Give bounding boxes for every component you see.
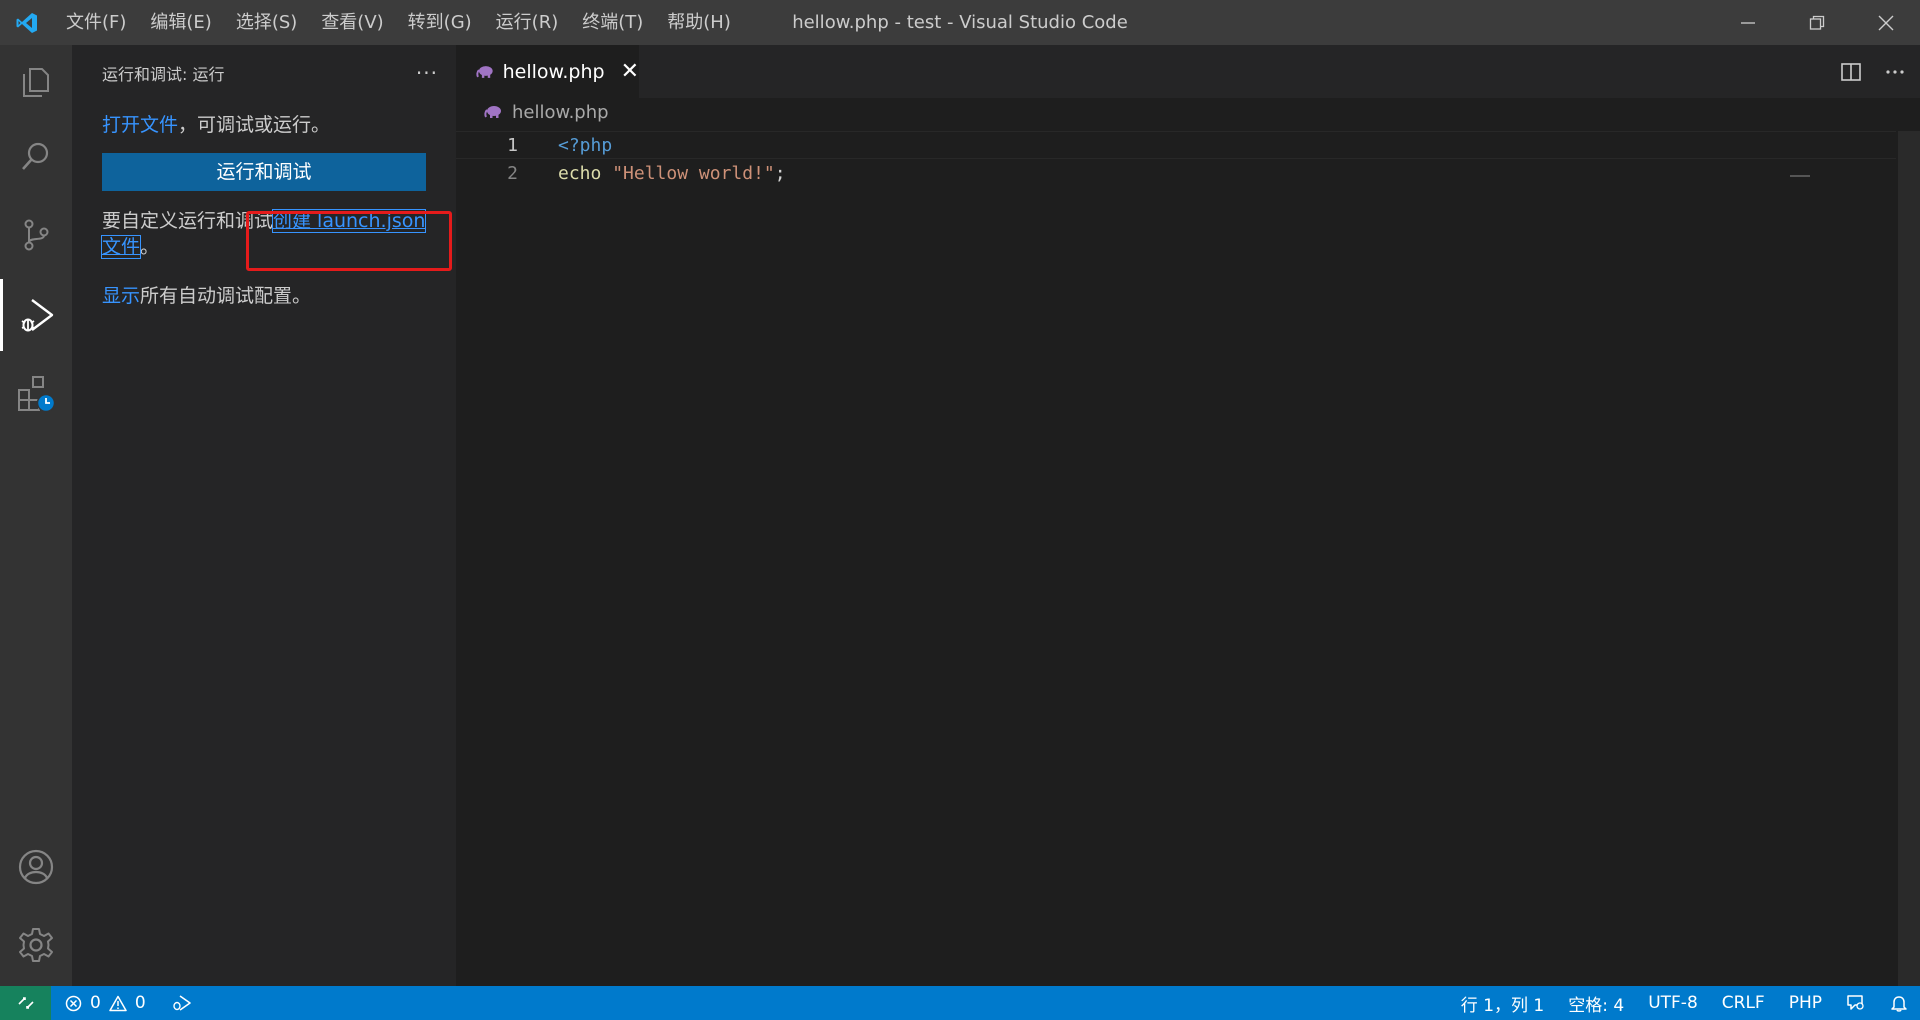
restore-button[interactable] (1782, 0, 1851, 45)
source-control-button[interactable] (0, 199, 72, 271)
cursor-position[interactable]: 行 1，列 1 (1449, 991, 1556, 1016)
editor-tabs: hellow.php ✕ (456, 45, 1920, 98)
code-token: echo (558, 162, 602, 184)
tab-label: hellow.php (502, 60, 605, 83)
debug-status[interactable] (160, 994, 204, 1012)
breadcrumb-file[interactable]: hellow.php (512, 102, 609, 123)
menu-terminal[interactable]: 终端(T) (570, 0, 655, 45)
editor-area: hellow.php ✕ hellow.php 1 <?php 2 echo "… (456, 45, 1920, 986)
notifications-button[interactable] (1878, 994, 1920, 1012)
menu-help[interactable]: 帮助(H) (655, 0, 743, 45)
show-configs-text: 所有自动调试配置。 (140, 285, 312, 307)
status-bar-right: 行 1，列 1 空格: 4 UTF-8 CRLF PHP (1449, 986, 1920, 1020)
run-and-debug-button[interactable]: 运行和调试 (102, 153, 426, 191)
title-bar: 文件(F) 编辑(E) 选择(S) 查看(V) 转到(G) 运行(R) 终端(T… (0, 0, 1920, 45)
remote-indicator[interactable] (0, 986, 51, 1020)
php-elephant-icon (484, 106, 501, 118)
warning-count: 0 (134, 993, 146, 1013)
explorer-button[interactable] (0, 45, 72, 117)
menu-bar: 文件(F) 编辑(E) 选择(S) 查看(V) 转到(G) 运行(R) 终端(T… (54, 0, 743, 45)
vscode-logo-icon (0, 0, 54, 45)
restore-icon (1809, 15, 1824, 30)
end-of-line[interactable]: CRLF (1710, 993, 1777, 1013)
source-control-icon (24, 219, 49, 251)
error-count: 0 (90, 993, 101, 1013)
extensions-button[interactable] (0, 357, 72, 429)
code-editor[interactable]: 1 <?php 2 echo "Hellow world!"; (456, 131, 1896, 187)
code-line: 1 <?php (456, 131, 1896, 159)
close-icon (1878, 15, 1893, 30)
line-number: 1 (507, 134, 518, 156)
problems-indicator[interactable]: 0 0 (65, 993, 146, 1013)
editor-actions (1840, 45, 1906, 98)
settings-gear-icon (19, 928, 53, 962)
breadcrumb: hellow.php (456, 98, 1920, 126)
minimize-icon (1740, 21, 1755, 24)
open-file-message: 打开文件，可调试或运行。 (102, 112, 456, 138)
feedback-button[interactable] (1834, 994, 1878, 1012)
menu-run[interactable]: 运行(R) (484, 0, 571, 45)
code-token: <?php (558, 134, 613, 156)
manage-button[interactable] (0, 909, 72, 981)
encoding[interactable]: UTF-8 (1636, 993, 1710, 1013)
status-bar: 0 0 行 1，列 1 空格: 4 UTF-8 CRLF PHP (0, 986, 1920, 1020)
sidebar-header: 运行和调试: 运行 ··· (72, 45, 456, 100)
open-file-link[interactable]: 打开文件 (102, 114, 178, 136)
code-line: 2 echo "Hellow world!"; (456, 159, 1896, 187)
open-file-text: ，可调试或运行。 (178, 114, 331, 136)
code-token: ; (774, 162, 786, 184)
code-token: "Hellow world!" (612, 162, 775, 184)
indentation[interactable]: 空格: 4 (1556, 991, 1636, 1016)
vertical-scrollbar[interactable] (1898, 131, 1920, 986)
warning-icon (109, 995, 127, 1011)
run-debug-button[interactable] (0, 279, 72, 351)
show-all-configs-link[interactable]: 显示 (102, 285, 140, 307)
accounts-button[interactable] (0, 831, 72, 903)
remote-icon (17, 997, 34, 1009)
sidebar-title: 运行和调试: 运行 (102, 64, 225, 84)
files-icon (23, 68, 49, 97)
customize-suffix: 。 (140, 236, 160, 258)
run-debug-sidebar: 运行和调试: 运行 ··· 打开文件，可调试或运行。 运行和调试 要自定义运行和… (72, 45, 456, 986)
php-elephant-icon (476, 65, 493, 78)
error-icon (65, 995, 82, 1011)
language-mode[interactable]: PHP (1777, 993, 1834, 1013)
more-editor-actions-icon[interactable] (1884, 61, 1906, 83)
line-content: echo "Hellow world!"; (558, 163, 786, 184)
menu-file[interactable]: 文件(F) (54, 0, 138, 45)
window-controls (1713, 0, 1920, 45)
minimap[interactable] (1790, 175, 1810, 177)
split-editor-icon[interactable] (1840, 61, 1862, 83)
highlight-box (246, 211, 452, 271)
tab-hellow-php[interactable]: hellow.php ✕ (456, 45, 639, 98)
more-actions-icon[interactable]: ··· (416, 61, 438, 85)
search-button[interactable] (0, 121, 72, 193)
line-content: <?php (558, 135, 612, 156)
account-icon (18, 849, 54, 885)
search-icon (22, 142, 49, 170)
minimize-button[interactable] (1713, 0, 1782, 45)
bell-icon (1891, 996, 1907, 1012)
show-configs-message: 显示所有自动调试配置。 (102, 283, 456, 309)
feedback-icon (1847, 995, 1864, 1010)
close-window-button[interactable] (1851, 0, 1920, 45)
menu-selection[interactable]: 选择(S) (224, 0, 309, 45)
menu-edit[interactable]: 编辑(E) (138, 0, 223, 45)
activity-bar (0, 45, 72, 986)
line-number: 2 (507, 162, 518, 184)
run-debug-icon (21, 299, 53, 332)
debug-icon (172, 995, 191, 1011)
tab-close-icon[interactable]: ✕ (621, 59, 639, 84)
menu-view[interactable]: 查看(V) (309, 0, 395, 45)
extensions-icon (18, 376, 56, 413)
menu-go[interactable]: 转到(G) (396, 0, 484, 45)
